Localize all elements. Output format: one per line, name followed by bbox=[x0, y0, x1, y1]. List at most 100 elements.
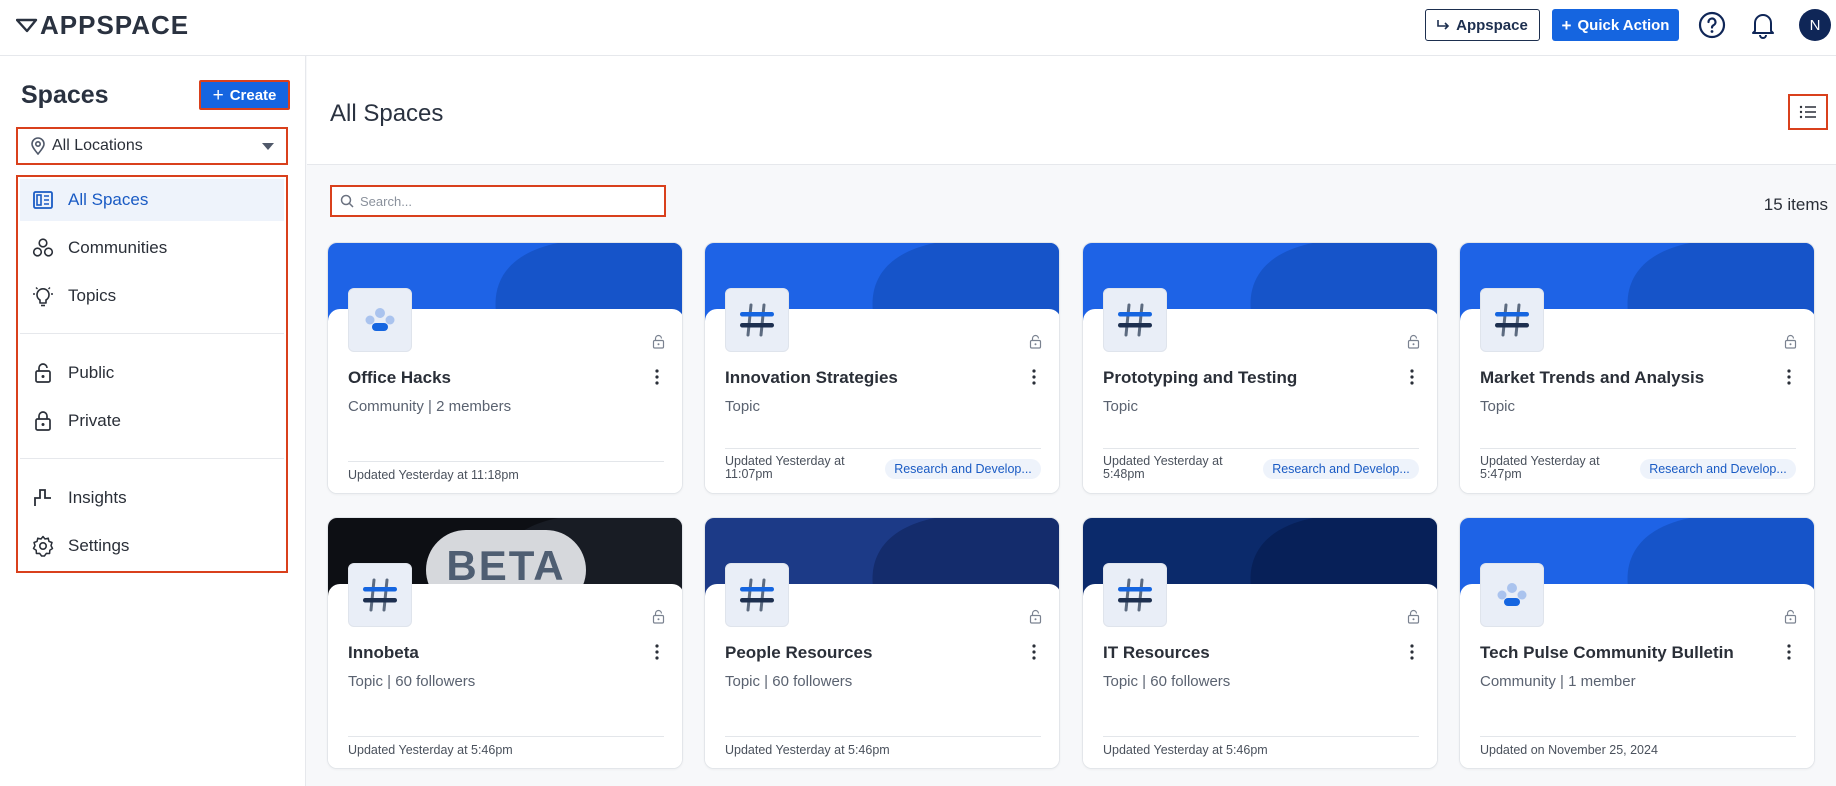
sidebar-item-public[interactable]: Public bbox=[20, 352, 284, 394]
appspace-logo[interactable]: APPSPACE bbox=[16, 10, 190, 40]
more-options-icon[interactable] bbox=[1032, 369, 1036, 385]
sidebar-item-label: Settings bbox=[68, 536, 130, 555]
appspace-button[interactable]: Appspace bbox=[1425, 9, 1540, 41]
hashtag-icon bbox=[1103, 288, 1167, 352]
card-title: Tech Pulse Community Bulletin bbox=[1480, 643, 1734, 662]
list-view-button[interactable] bbox=[1788, 94, 1828, 130]
card-updated: Updated on November 25, 2024 bbox=[1480, 743, 1658, 757]
sidebar-divider bbox=[20, 458, 284, 459]
card-updated: Updated Yesterday at 5:48pm bbox=[1103, 454, 1223, 481]
sidebar-item-insights[interactable]: Insights bbox=[20, 477, 284, 519]
sidebar-item-all-spaces[interactable]: All Spaces bbox=[20, 179, 284, 221]
card-subtitle: Community | 2 members bbox=[348, 398, 512, 415]
card-divider bbox=[1103, 448, 1419, 449]
sidebar-nav: All Spaces Communities Topics Public Pri… bbox=[16, 175, 288, 573]
sidebar-item-label: Public bbox=[68, 363, 115, 382]
more-options-icon[interactable] bbox=[1787, 369, 1791, 385]
category-tag[interactable]: Research and Develop... bbox=[885, 459, 1041, 479]
search-bar[interactable] bbox=[330, 185, 666, 217]
user-avatar[interactable]: N bbox=[1799, 9, 1831, 41]
card-subtitle: Topic | 60 followers bbox=[1103, 673, 1231, 690]
more-options-icon[interactable] bbox=[655, 369, 659, 385]
card-divider bbox=[1480, 448, 1796, 449]
sidebar-item-label: Private bbox=[68, 411, 121, 430]
space-card[interactable]: IT Resources Topic | 60 followers Updated … bbox=[1082, 517, 1438, 769]
space-card[interactable]: BETA Innobeta Topic | 60 followers Updated … bbox=[327, 517, 683, 769]
card-subtitle: Topic bbox=[1103, 398, 1139, 415]
card-title: Prototyping and Testing bbox=[1103, 368, 1298, 387]
sidebar-item-label: Insights bbox=[68, 488, 127, 507]
category-tag[interactable]: Research and Develop... bbox=[1640, 459, 1796, 479]
hashtag-icon bbox=[1103, 563, 1167, 627]
sidebar-item-settings[interactable]: Settings bbox=[20, 525, 284, 567]
logo-swoosh-icon bbox=[16, 18, 38, 33]
hashtag-icon bbox=[725, 563, 789, 627]
more-options-icon[interactable] bbox=[1410, 369, 1414, 385]
community-icon bbox=[1480, 563, 1544, 627]
unlock-icon bbox=[1784, 609, 1797, 624]
category-tag[interactable]: Research and Develop... bbox=[1263, 459, 1419, 479]
search-icon bbox=[340, 194, 354, 208]
sidebar-item-communities[interactable]: Communities bbox=[20, 227, 284, 269]
more-options-icon[interactable] bbox=[1787, 644, 1791, 660]
unlock-icon bbox=[1029, 609, 1042, 624]
sidebar-divider bbox=[20, 333, 284, 334]
unlock-icon bbox=[32, 362, 54, 384]
hashtag-icon bbox=[725, 288, 789, 352]
main-header: All Spaces bbox=[307, 56, 1836, 165]
card-title: Innobeta bbox=[348, 643, 419, 662]
page-title: All Spaces bbox=[330, 100, 444, 127]
lightbulb-icon bbox=[32, 285, 54, 307]
search-input[interactable] bbox=[360, 193, 650, 209]
notifications-bell-icon[interactable] bbox=[1748, 10, 1778, 40]
card-updated: Updated Yesterday at 11:07pm bbox=[725, 454, 845, 481]
sidebar-item-label: Topics bbox=[68, 286, 117, 305]
card-subtitle: Topic bbox=[1480, 398, 1516, 415]
card-divider bbox=[725, 448, 1041, 449]
sidebar-title: Spaces bbox=[21, 81, 109, 109]
unlock-icon bbox=[1407, 609, 1420, 624]
quick-action-button[interactable]: + Quick Action bbox=[1552, 9, 1679, 41]
card-subtitle: Topic | 60 followers bbox=[348, 673, 476, 690]
sidebar-item-label: All Spaces bbox=[68, 190, 149, 209]
sidebar-item-private[interactable]: Private bbox=[20, 400, 284, 442]
communities-icon bbox=[32, 237, 54, 259]
plus-icon: + bbox=[212, 84, 224, 106]
create-button-label: Create bbox=[229, 86, 277, 104]
more-options-icon[interactable] bbox=[1410, 644, 1414, 660]
more-options-icon[interactable] bbox=[1032, 644, 1036, 660]
switch-icon bbox=[1437, 20, 1450, 30]
community-icon bbox=[348, 288, 412, 352]
space-card[interactable]: Prototyping and Testing Topic Updated Yest… bbox=[1082, 242, 1438, 494]
location-select[interactable]: All Locations bbox=[16, 127, 288, 165]
card-updated: Updated Yesterday at 5:46pm bbox=[1103, 743, 1268, 757]
create-button[interactable]: + Create bbox=[199, 80, 290, 110]
card-updated: Updated Yesterday at 11:18pm bbox=[348, 468, 519, 482]
help-icon[interactable] bbox=[1697, 10, 1727, 40]
gear-icon bbox=[32, 535, 54, 557]
card-updated: Updated Yesterday at 5:46pm bbox=[725, 743, 890, 757]
space-card[interactable]: Innovation Strategies Topic Updated Yester… bbox=[704, 242, 1060, 494]
card-title: Innovation Strategies bbox=[725, 368, 898, 387]
space-card[interactable]: Office Hacks Community | 2 members Updated… bbox=[327, 242, 683, 494]
card-subtitle: Topic | 60 followers bbox=[725, 673, 853, 690]
unlock-icon bbox=[1407, 334, 1420, 349]
card-updated: Updated Yesterday at 5:47pm bbox=[1480, 454, 1600, 481]
chevron-down-icon bbox=[262, 143, 274, 150]
space-card[interactable]: Tech Pulse Community Bulletin Community |… bbox=[1459, 517, 1815, 769]
top-bar: APPSPACE Appspace + Quick Action N bbox=[0, 0, 1836, 56]
space-card[interactable]: Market Trends and Analysis Topic Updated Y… bbox=[1459, 242, 1815, 494]
card-subtitle: Topic bbox=[725, 398, 761, 415]
appspace-button-label: Appspace bbox=[1456, 16, 1528, 34]
card-title: IT Resources bbox=[1103, 643, 1210, 662]
sidebar-item-topics[interactable]: Topics bbox=[20, 275, 284, 317]
card-title: People Resources bbox=[725, 643, 873, 662]
card-divider bbox=[725, 736, 1041, 737]
plus-icon: + bbox=[1561, 15, 1572, 35]
more-options-icon[interactable] bbox=[655, 644, 659, 660]
all-spaces-icon bbox=[32, 189, 54, 211]
unlock-icon bbox=[1029, 334, 1042, 349]
logo-text: APPSPACE bbox=[40, 10, 190, 40]
space-card[interactable]: People Resources Topic | 60 followers Upda… bbox=[704, 517, 1060, 769]
lock-icon bbox=[32, 410, 54, 432]
